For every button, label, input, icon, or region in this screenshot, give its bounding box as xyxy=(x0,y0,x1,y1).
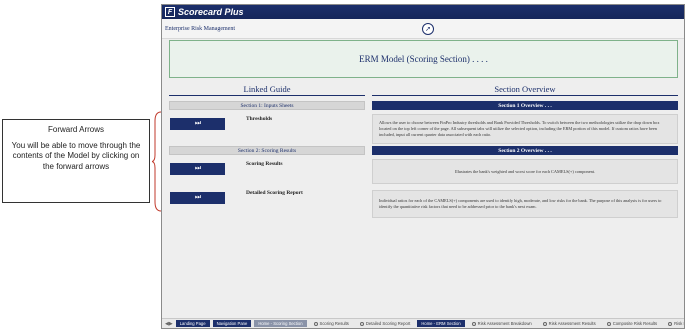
sheet-tab-icon xyxy=(542,321,547,326)
linked-guide-heading: Linked Guide xyxy=(169,84,365,96)
detailed-scoring-report-description: Individual ratios for each of the CAMELS… xyxy=(372,190,678,218)
sheet-tab-bar: ◀ ▶ Landing Page Navigation Pane Home - Sc… xyxy=(162,318,684,328)
sheet-tab[interactable]: Risk Factor Detail xyxy=(664,320,684,327)
sheet-tab-label: Home - ERM Section xyxy=(421,321,461,326)
sheet-tab[interactable]: Composite Risk Results xyxy=(603,320,661,327)
breadcrumb: Enterprise Risk Management xyxy=(165,26,235,32)
sheet-tabs: Landing Page Navigation Pane Home - Scorin… xyxy=(173,320,684,327)
sheet-tab-icon xyxy=(606,321,611,326)
detailed-scoring-report-forward-button[interactable]: ⏭ xyxy=(170,192,225,204)
compass-icon[interactable]: ➚ xyxy=(422,23,434,35)
scoring-results-forward-button[interactable]: ⏭ xyxy=(170,163,225,175)
app-window: F Scorecard Plus Enterprise Risk Managem… xyxy=(161,4,685,329)
sheet-tab[interactable]: Home - ERM Section xyxy=(417,320,465,327)
sheet-tab[interactable]: Home - Scoring Section xyxy=(254,320,307,327)
callout-title: Forward Arrows xyxy=(47,125,104,134)
section-1-label: Section 1: Inputs Sheets xyxy=(169,101,365,110)
thresholds-forward-button[interactable]: ⏭ xyxy=(170,118,225,130)
sheet-tab-label: Home - Scoring Section xyxy=(258,321,303,326)
forward-arrows-callout: Forward Arrows You will be able to move … xyxy=(2,119,150,203)
sheet-tab-label: Risk Assessment Results xyxy=(548,321,596,326)
sheet-tab-label: Landing Page xyxy=(179,321,206,326)
sheet-tab[interactable]: Navigation Pane xyxy=(212,320,252,327)
scoring-results-label: Scoring Results xyxy=(246,161,283,167)
sub-header: Enterprise Risk Management ➚ xyxy=(162,19,684,39)
page-title: ERM Model (Scoring Section) . . . . xyxy=(169,40,678,78)
section-2-label: Section 2: Scoring Results xyxy=(169,146,365,155)
sheet-tab[interactable]: Scoring Results xyxy=(310,320,353,327)
section-1-overview-label: Section 1 Overview . . . xyxy=(372,101,678,110)
callout-body: You will be able to move through the con… xyxy=(11,140,141,171)
sheet-tab[interactable]: Risk Assessment Results xyxy=(539,320,600,327)
sheet-tab-icon xyxy=(668,321,673,326)
section-1-description: Allows the user to choose between FinPro… xyxy=(372,114,678,144)
sheet-tab-label: Risk Assessment Breakdown xyxy=(477,321,532,326)
thresholds-label: Thresholds xyxy=(246,116,273,122)
section-overview-heading: Section Overview xyxy=(372,84,678,96)
sheet-tab-label: Scoring Results xyxy=(319,321,349,326)
sheet-tab-label: Risk Factor Detail xyxy=(674,321,684,326)
section-2-overview-label: Section 2 Overview . . . xyxy=(372,146,678,155)
sheet-tab-label: Composite Risk Results xyxy=(612,321,658,326)
detailed-scoring-report-label: Detailed Scoring Report xyxy=(246,190,303,196)
sheet-tab-icon xyxy=(313,321,318,326)
screenshot-root: Forward Arrows You will be able to move … xyxy=(0,0,688,335)
app-header: F Scorecard Plus xyxy=(162,5,684,19)
sheet-tab-label: Detailed Scoring Report xyxy=(365,321,411,326)
sheet-tab[interactable]: Detailed Scoring Report xyxy=(356,320,414,327)
sheet-tab[interactable]: Risk Assessment Breakdown xyxy=(468,320,536,327)
app-logo-icon: F xyxy=(165,7,175,17)
scoring-results-description: Illustrates the bank's weighted and wors… xyxy=(372,159,678,184)
sheet-tab-label: Navigation Pane xyxy=(216,321,248,326)
sheet-tab-icon xyxy=(359,321,364,326)
sheet-tab[interactable]: Landing Page xyxy=(175,320,210,327)
sheet-tab-icon xyxy=(471,321,476,326)
app-name: Scorecard Plus xyxy=(178,7,244,17)
